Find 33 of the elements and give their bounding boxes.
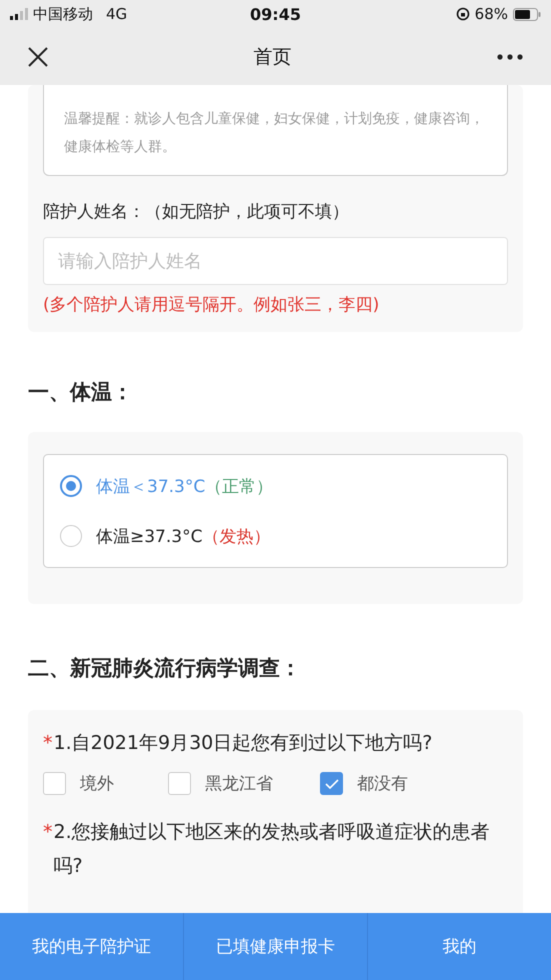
battery-percent: 68% xyxy=(474,5,508,23)
section-heading: 一、体温： xyxy=(28,379,134,406)
battery-icon xyxy=(513,8,541,20)
network-type: 4G xyxy=(106,5,128,23)
input-field[interactable]: 请输入陪护人姓名 xyxy=(43,237,508,285)
required-mark: * xyxy=(43,731,52,756)
option-label: 体温≥37.3°C xyxy=(96,526,202,548)
page-title: 首页 xyxy=(254,44,292,70)
carrier-name: 中国移动 xyxy=(33,4,93,24)
option-label: 体温＜37.3°C xyxy=(96,476,206,498)
close-icon[interactable] xyxy=(28,46,48,66)
question-text: 2.您接触过以下地区来的发热或者呼吸道症状的患者吗? xyxy=(54,820,491,879)
option-label: 黑龙江省 xyxy=(205,773,273,795)
option-label: 都没有 xyxy=(357,773,408,795)
clock-time: 09:45 xyxy=(250,4,301,24)
more-icon[interactable] xyxy=(497,54,523,60)
check-icon xyxy=(324,778,338,788)
hint-text: 温馨提醒：就诊人包含儿童保健，妇女保健，计划免疫，健康咨询，健康体检等人群。 xyxy=(64,110,485,157)
note-text: (多个陪护人请用逗号隔开。例如张三，李四) xyxy=(43,294,380,316)
option-note: （发热） xyxy=(202,526,270,548)
checkbox[interactable] xyxy=(320,772,343,795)
signal-icon xyxy=(10,8,28,20)
option-note: （正常） xyxy=(205,476,274,498)
field-label: 陪护人姓名：（如无陪护，此项可不填） xyxy=(43,201,350,223)
required-mark: * xyxy=(43,820,52,845)
question-text: 1.自2021年9月30日起您有到过以下地方吗? xyxy=(54,731,434,756)
checkbox[interactable] xyxy=(168,772,191,795)
option-label: 境外 xyxy=(80,773,114,795)
rotation-lock-icon xyxy=(456,7,470,21)
section-heading: 二、新冠肺炎流行病学调查： xyxy=(28,655,302,682)
radio-button[interactable] xyxy=(60,475,82,497)
radio-button[interactable] xyxy=(60,525,82,547)
checkbox[interactable] xyxy=(43,772,66,795)
